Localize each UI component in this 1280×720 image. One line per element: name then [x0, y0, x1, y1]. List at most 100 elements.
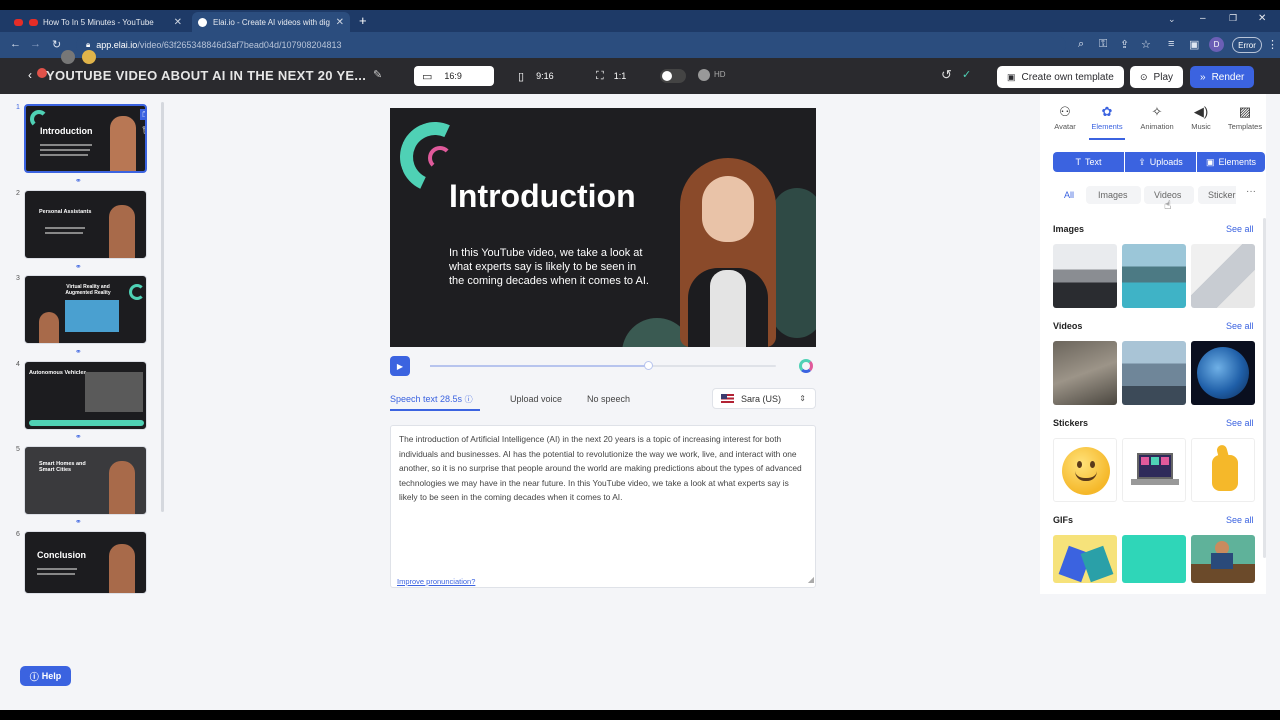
- transition-link-icon[interactable]: ⚭: [75, 347, 82, 356]
- avatar-presenter[interactable]: [658, 158, 798, 347]
- help-button[interactable]: ⓘ Help: [20, 666, 71, 686]
- transition-link-icon[interactable]: ⚭: [75, 176, 82, 185]
- video-thumb-earth[interactable]: [1191, 341, 1255, 405]
- tab-no-speech[interactable]: No speech: [587, 394, 630, 404]
- slide-thumbnail-6[interactable]: Conclusion: [24, 531, 147, 594]
- gif-thumb-desk[interactable]: [1191, 535, 1255, 583]
- filter-all[interactable]: All: [1064, 190, 1074, 200]
- slide-thumbnail-4[interactable]: Autonomous Vehicles: [24, 361, 147, 430]
- url-field[interactable]: 🔒︎ app.elai.io/video/63f265348846d3af7be…: [76, 36, 1066, 54]
- image-thumb-laptop[interactable]: [1191, 244, 1255, 308]
- back-chevron-icon[interactable]: ‹: [28, 68, 32, 82]
- hd-toggle[interactable]: [698, 69, 710, 81]
- slides-scrollbar[interactable]: [161, 102, 164, 512]
- tab-music[interactable]: ◀) Music: [1181, 104, 1221, 131]
- improve-pronunciation-link[interactable]: Improve pronunciation?: [397, 575, 475, 590]
- seg-uploads-button[interactable]: ⇪ Uploads: [1125, 152, 1196, 172]
- speech-text-content[interactable]: The introduction of Artificial Intellige…: [399, 432, 807, 505]
- filter-stickers[interactable]: Sticker: [1198, 186, 1236, 204]
- tab-search-icon[interactable]: ⌄: [1168, 14, 1176, 25]
- reload-icon[interactable]: ↻: [52, 38, 61, 51]
- tab-animation[interactable]: ✧ Animation: [1137, 104, 1177, 131]
- video-thumb-street[interactable]: [1053, 341, 1117, 405]
- share-icon[interactable]: ⇪: [1120, 38, 1129, 51]
- tab-upload-voice[interactable]: Upload voice: [510, 394, 562, 404]
- browser-tab-elai[interactable]: Elai.io - Create AI videos with dig ✕: [192, 12, 350, 32]
- ratio-1-1-button[interactable]: ⛶ 1:1: [588, 66, 638, 86]
- sticker-thumbs-up[interactable]: [1191, 438, 1255, 502]
- error-badge[interactable]: Error: [1232, 37, 1262, 53]
- browser-tab-bar: How To In 5 Minutes - YouTube ✕ Elai.io …: [0, 10, 1280, 32]
- speech-textarea[interactable]: The introduction of Artificial Intellige…: [390, 425, 816, 588]
- minimize-icon[interactable]: –: [1200, 13, 1206, 24]
- seg-elements-button[interactable]: ▣ Elements: [1197, 152, 1265, 172]
- close-window-icon[interactable]: ✕: [1258, 13, 1266, 24]
- trash-icon[interactable]: 🗑︎: [141, 126, 145, 135]
- sticker-smile[interactable]: [1053, 438, 1117, 502]
- panel-scrollbar[interactable]: [1263, 218, 1266, 558]
- us-flag-icon: [721, 394, 734, 403]
- resize-handle-icon[interactable]: ◢: [808, 573, 814, 588]
- slide-canvas[interactable]: Introduction In this YouTube video, we t…: [390, 108, 816, 347]
- slide-thumbnail-5[interactable]: Smart Homes and Smart Cities: [24, 446, 147, 515]
- transition-link-icon[interactable]: ⚭: [75, 262, 82, 271]
- seg-text-button[interactable]: T Text: [1053, 152, 1124, 172]
- window-top-strip: [0, 0, 1280, 10]
- more-menu-icon[interactable]: ⋮: [1267, 38, 1278, 51]
- restore-icon[interactable]: ❐: [1229, 13, 1237, 24]
- back-icon[interactable]: ←: [10, 38, 21, 50]
- filter-images[interactable]: Images: [1086, 186, 1141, 204]
- more-dots-icon[interactable]: ···: [1246, 186, 1256, 197]
- tab-templates[interactable]: ▨ Templates: [1225, 104, 1265, 131]
- profile-avatar[interactable]: D: [1209, 37, 1224, 52]
- gif-thumb-highfive[interactable]: [1053, 535, 1117, 583]
- tab-speech-text[interactable]: Speech text 28.5s ⓘ: [390, 394, 473, 405]
- timeline-track[interactable]: [430, 361, 776, 370]
- slide-thumbnail-1[interactable]: Introduction ❐ 🗑︎: [24, 104, 147, 173]
- video-title[interactable]: YOUTUBE VIDEO ABOUT AI IN THE NEXT 20 YE…: [46, 68, 366, 83]
- transition-link-icon[interactable]: ⚭: [75, 517, 82, 526]
- play-preview-button[interactable]: ▶: [390, 356, 410, 376]
- subtitles-toggle[interactable]: [660, 69, 686, 83]
- bookmark-star-icon[interactable]: ☆: [1141, 38, 1151, 51]
- new-tab-icon[interactable]: +: [359, 13, 367, 28]
- image-thumb-mountain-lake[interactable]: [1122, 244, 1186, 308]
- slide-thumbnail-2[interactable]: Personal Assistants: [24, 190, 147, 259]
- key-icon[interactable]: ⚿: [1099, 38, 1107, 51]
- browser-tab-youtube[interactable]: How To In 5 Minutes - YouTube ✕: [8, 12, 188, 32]
- sidebar-icon[interactable]: ▣: [1189, 38, 1199, 51]
- edit-pencil-icon[interactable]: ✎: [373, 68, 382, 81]
- duplicate-icon[interactable]: ❐: [140, 109, 145, 120]
- tab-avatar[interactable]: ⚇ Avatar: [1045, 104, 1085, 131]
- sticker-laptop[interactable]: [1122, 438, 1186, 502]
- see-all-gifs-link[interactable]: See all: [1226, 515, 1254, 525]
- canvas-title[interactable]: Introduction: [449, 178, 636, 215]
- see-all-stickers-link[interactable]: See all: [1226, 418, 1254, 428]
- tab-elements[interactable]: ✿ Elements: [1087, 104, 1127, 131]
- transition-link-icon[interactable]: ⚭: [75, 432, 82, 441]
- info-icon[interactable]: ⓘ: [465, 395, 473, 404]
- slide-thumbnail-3[interactable]: Virtual Reality and Augmented Reality: [24, 275, 147, 344]
- canvas-body-text[interactable]: In this YouTube video, we take a look at…: [449, 246, 654, 288]
- undo-icon[interactable]: ↺: [941, 67, 952, 83]
- voice-select[interactable]: Sara (US) ⇕: [712, 388, 816, 409]
- close-tab-icon[interactable]: ✕: [174, 17, 182, 28]
- close-tab-icon[interactable]: ✕: [336, 17, 344, 28]
- search-icon[interactable]: ⌕: [1078, 38, 1084, 51]
- video-thumb-city[interactable]: [1122, 341, 1186, 405]
- image-thumb-office[interactable]: [1053, 244, 1117, 308]
- forward-icon[interactable]: →: [30, 38, 41, 50]
- create-template-button[interactable]: ▣ Create own template: [997, 66, 1124, 88]
- cursor-pointer-icon: ☝︎: [1164, 198, 1172, 212]
- reading-list-icon[interactable]: ≡: [1168, 38, 1174, 50]
- see-all-images-link[interactable]: See all: [1226, 224, 1254, 234]
- gif-thumb-good-times[interactable]: [1122, 535, 1186, 583]
- see-all-videos-link[interactable]: See all: [1226, 321, 1254, 331]
- ratio-9-16-button[interactable]: ▯ 9:16: [510, 66, 570, 86]
- slide-title: Smart Homes and Smart Cities: [39, 461, 86, 473]
- render-button[interactable]: » Render: [1190, 66, 1254, 88]
- timeline-handle[interactable]: [643, 361, 653, 370]
- play-button[interactable]: ⊙ Play: [1130, 66, 1183, 88]
- filter-label: Images: [1098, 190, 1128, 200]
- ratio-16-9-button[interactable]: ▭ 16:9: [414, 66, 494, 86]
